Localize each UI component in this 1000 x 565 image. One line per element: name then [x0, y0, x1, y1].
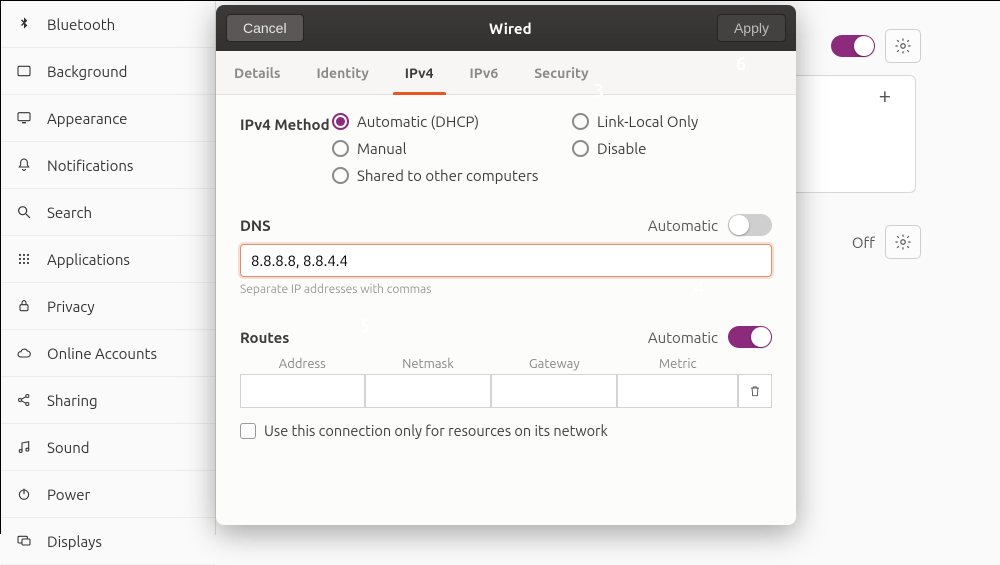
tab-security[interactable]: Security [516, 51, 606, 94]
sidebar-item-sharing[interactable]: Sharing [1, 377, 215, 424]
routes-col-address: Address [240, 356, 365, 374]
cloud-icon [15, 344, 33, 362]
sidebar-item-label: Background [47, 63, 127, 80]
radio-label: Link-Local Only [597, 113, 698, 130]
appearance-icon [15, 109, 33, 127]
routes-col-metric: Metric [617, 356, 738, 374]
gear-icon [894, 37, 912, 55]
route-gateway-input[interactable] [491, 374, 617, 408]
sidebar-item-label: Appearance [47, 110, 127, 127]
routes-table: Address Netmask Gateway Metric [240, 356, 772, 408]
routes-col-gateway: Gateway [491, 356, 617, 374]
ipv4-method-disable[interactable]: Disable [572, 140, 772, 157]
apply-button[interactable]: Apply [717, 14, 786, 42]
routes-section-label: Routes [240, 329, 289, 346]
tab-ipv6[interactable]: IPv6 [452, 51, 517, 94]
add-connection-button[interactable]: + [879, 83, 891, 108]
radio-label: Manual [357, 140, 407, 157]
displays-icon [15, 532, 33, 550]
sidebar-item-privacy[interactable]: Privacy [1, 283, 215, 330]
route-row [240, 374, 772, 408]
ipv4-method-options: Automatic (DHCP) Link-Local Only Manual … [332, 113, 772, 184]
music-icon [15, 438, 33, 456]
dialog-titlebar: Cancel Wired Apply [216, 5, 796, 51]
apps-icon [15, 250, 33, 268]
tab-ipv4[interactable]: IPv4 [387, 51, 452, 94]
sidebar-item-notifications[interactable]: Notifications [1, 142, 215, 189]
sidebar-item-label: Notifications [47, 157, 133, 174]
dns-section-label: DNS [240, 217, 271, 234]
sidebar-item-label: Online Accounts [47, 345, 157, 362]
radio-label: Shared to other computers [357, 167, 538, 184]
route-address-input[interactable] [240, 374, 365, 408]
gear-icon [894, 233, 912, 251]
dns-automatic-label: Automatic [648, 217, 718, 234]
dns-servers-input[interactable] [240, 244, 772, 277]
radio-label: Automatic (DHCP) [357, 113, 479, 130]
ipv4-method-manual[interactable]: Manual [332, 140, 572, 157]
ipv4-method-auto[interactable]: Automatic (DHCP) [332, 113, 572, 130]
sidebar-item-label: Power [47, 486, 90, 503]
dns-hint: Separate IP addresses with commas [240, 283, 772, 296]
radio-label: Disable [597, 140, 646, 157]
ipv4-method-label: IPv4 Method [240, 113, 332, 184]
vpn-settings-button[interactable] [885, 225, 921, 259]
cancel-button[interactable]: Cancel [226, 14, 304, 42]
tab-identity[interactable]: Identity [298, 51, 386, 94]
settings-sidebar: Bluetooth Background Appearance Notifica… [1, 1, 216, 535]
radio-icon [572, 140, 589, 157]
sidebar-item-label: Sound [47, 439, 90, 456]
bell-icon [15, 156, 33, 174]
use-only-for-resources-label: Use this connection only for resources o… [264, 422, 608, 439]
dialog-tabs: Details Identity IPv4 IPv6 Security [216, 51, 796, 95]
sidebar-item-online-accounts[interactable]: Online Accounts [1, 330, 215, 377]
routes-automatic-toggle[interactable] [728, 326, 772, 348]
sidebar-item-label: Bluetooth [47, 16, 115, 33]
route-netmask-input[interactable] [365, 374, 492, 408]
sidebar-item-appearance[interactable]: Appearance [1, 95, 215, 142]
radio-icon [332, 113, 349, 130]
dialog-title: Wired [489, 20, 532, 37]
sidebar-item-applications[interactable]: Applications [1, 236, 215, 283]
bluetooth-icon [15, 15, 33, 33]
use-only-for-resources-row[interactable]: Use this connection only for resources o… [240, 422, 772, 439]
checkbox-icon [240, 423, 256, 439]
search-icon [15, 203, 33, 221]
network-wired-toggle[interactable] [831, 35, 875, 57]
sidebar-item-background[interactable]: Background [1, 48, 215, 95]
radio-icon [332, 167, 349, 184]
background-icon [15, 62, 33, 80]
ipv4-method-shared[interactable]: Shared to other computers [332, 167, 772, 184]
ipv4-method-link-local[interactable]: Link-Local Only [572, 113, 772, 130]
sidebar-item-label: Privacy [47, 298, 95, 315]
route-delete-button[interactable] [738, 374, 772, 408]
power-icon [15, 485, 33, 503]
sidebar-item-label: Sharing [47, 392, 98, 409]
share-icon [15, 391, 33, 409]
sidebar-item-label: Search [47, 204, 92, 221]
sidebar-item-bluetooth[interactable]: Bluetooth [1, 1, 215, 48]
routes-col-netmask: Netmask [365, 356, 492, 374]
vpn-off-label: Off [852, 234, 875, 251]
dialog-body: IPv4 Method Automatic (DHCP) Link-Local … [216, 95, 796, 459]
tab-details[interactable]: Details [216, 51, 298, 94]
network-wired-settings-button[interactable] [885, 29, 921, 63]
sidebar-item-label: Displays [47, 533, 102, 550]
sidebar-item-sound[interactable]: Sound [1, 424, 215, 471]
sidebar-item-displays[interactable]: Displays [1, 518, 215, 565]
dns-automatic-toggle[interactable] [728, 214, 772, 236]
routes-automatic-label: Automatic [648, 329, 718, 346]
lock-icon [15, 297, 33, 315]
radio-icon [332, 140, 349, 157]
sidebar-item-power[interactable]: Power [1, 471, 215, 518]
radio-icon [572, 113, 589, 130]
sidebar-item-label: Applications [47, 251, 130, 268]
route-metric-input[interactable] [617, 374, 738, 408]
wired-settings-dialog: Cancel Wired Apply Details Identity IPv4… [216, 5, 796, 525]
trash-icon [748, 384, 762, 398]
sidebar-item-search[interactable]: Search [1, 189, 215, 236]
